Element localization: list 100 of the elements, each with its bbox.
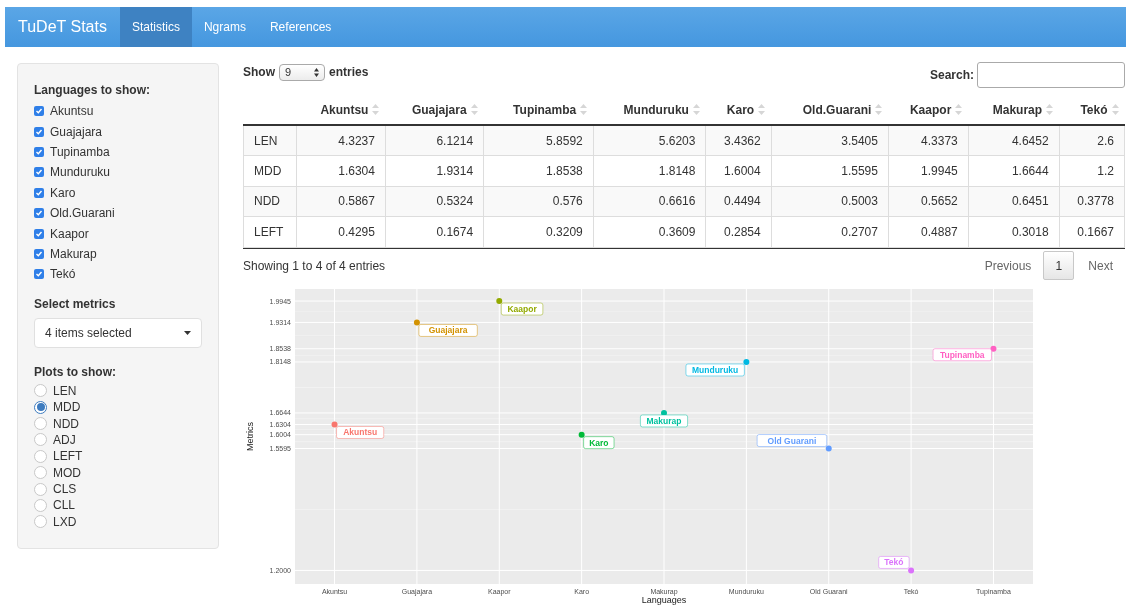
section-title: Plots to show: — [34, 363, 117, 381]
search-field[interactable] — [977, 62, 1125, 88]
data-label: Tupinamba — [932, 347, 992, 361]
radio-button[interactable] — [34, 449, 47, 463]
metrics-dropdown[interactable]: 4 items selected — [34, 317, 202, 348]
data-label: Munduruku — [685, 363, 745, 376]
search-label: Search: — [929, 67, 974, 84]
table-cell: LEFT — [243, 216, 297, 247]
radio-button[interactable] — [34, 515, 47, 529]
checkbox-label: Munduruku — [50, 164, 111, 182]
table-cell: 0.6616 — [593, 186, 706, 217]
checkbox[interactable] — [34, 146, 44, 157]
table-cell: NDD — [243, 186, 297, 217]
table-cell: 0.4887 — [888, 216, 969, 247]
series-label: Karo — [589, 437, 609, 448]
section-title: Select metrics — [34, 295, 117, 313]
table-cell: 1.9945 — [888, 155, 969, 186]
page-size-select[interactable]: 9 — [279, 63, 325, 81]
table-cell: 0.576 — [483, 186, 594, 217]
table-cell: 1.6644 — [968, 155, 1060, 186]
table-cell: 0.1667 — [1059, 216, 1125, 247]
checkbox[interactable] — [34, 208, 44, 219]
table-cell: 1.8538 — [483, 155, 594, 186]
table-cell: 0.2707 — [771, 216, 889, 247]
series-label: Tupinamba — [939, 349, 985, 360]
table-cell: 3.4362 — [705, 125, 772, 156]
radio-label: MDD — [53, 399, 81, 417]
sort-icon — [580, 104, 588, 115]
column-header[interactable]: Munduruku — [593, 95, 706, 125]
checkbox[interactable] — [34, 269, 44, 280]
data-label: Akuntsu — [336, 425, 385, 439]
table-cell: 0.2854 — [705, 216, 772, 247]
column-header[interactable]: Guajajara — [385, 95, 484, 125]
caret-icon — [184, 330, 191, 335]
table-cell: 1.6004 — [705, 155, 772, 186]
nav-tab[interactable]: Statistics — [119, 7, 192, 47]
column-header[interactable]: Karo — [705, 95, 772, 125]
checkbox-label: Tupinamba — [50, 143, 110, 161]
page-button[interactable]: 1 — [1043, 251, 1075, 280]
checkbox[interactable] — [34, 167, 44, 178]
radio-button[interactable] — [34, 482, 47, 496]
column-header[interactable]: Kaapor — [888, 95, 969, 125]
radio-button[interactable] — [34, 400, 47, 414]
radio-label: CLL — [53, 497, 75, 515]
radio-label: CLS — [53, 481, 77, 499]
checkbox[interactable] — [34, 106, 44, 117]
radio-button[interactable] — [34, 384, 47, 398]
table-cell: 0.1674 — [385, 216, 484, 247]
checkbox[interactable] — [34, 187, 44, 198]
radio-button[interactable] — [34, 433, 47, 447]
checkbox[interactable] — [34, 228, 44, 239]
next-button[interactable]: Next — [1074, 256, 1125, 275]
table-cell: 0.6451 — [968, 186, 1060, 217]
radio-label: LEFT — [53, 448, 83, 466]
table-cell: LEN — [243, 125, 297, 156]
table-cell: 1.5595 — [771, 155, 889, 186]
series-label: Tekó — [884, 556, 904, 567]
column-header[interactable]: Akuntsu — [296, 95, 386, 125]
table-cell: 4.3237 — [296, 125, 386, 156]
data-label: Makurap — [640, 414, 688, 427]
previous-button[interactable]: Previous — [972, 256, 1044, 275]
checkbox-label: Kaapor — [50, 225, 89, 243]
radio-button[interactable] — [34, 417, 47, 430]
checkbox[interactable] — [34, 248, 44, 259]
table-cell: 4.6452 — [968, 125, 1060, 156]
column-header[interactable]: Makurap — [968, 95, 1060, 125]
column-header[interactable]: Tupinamba — [483, 95, 594, 125]
entries-label: entries — [329, 64, 369, 81]
sort-icon — [372, 104, 380, 115]
series-label: Kaapor — [507, 303, 538, 314]
series-label: Munduruku — [692, 364, 739, 375]
radio-label: LEN — [53, 382, 77, 400]
checkbox-label: Karo — [50, 184, 76, 202]
table-cell: 0.3778 — [1059, 186, 1125, 217]
data-label: Old Guarani — [756, 433, 828, 447]
series-label: Old Guarani — [767, 435, 817, 446]
checkbox-label: Old.Guarani — [50, 205, 115, 223]
column-header[interactable]: Old.Guarani — [771, 95, 889, 125]
column-header[interactable]: Tekó — [1059, 95, 1125, 125]
table-cell: 4.3373 — [888, 125, 969, 156]
table-cell: 6.1214 — [385, 125, 484, 156]
data-label: Kaapor — [500, 302, 544, 315]
stepper-icon — [314, 67, 319, 77]
section-title: Languages to show: — [34, 82, 151, 99]
sort-icon — [955, 104, 963, 115]
radio-label: ADJ — [53, 431, 76, 449]
radio-label: NDD — [53, 415, 79, 433]
checkbox[interactable] — [34, 126, 44, 137]
checkbox-label: Tekó — [50, 266, 76, 284]
table-info: Showing 1 to 4 of 4 entries — [243, 257, 386, 275]
table-cell: 3.5405 — [771, 125, 889, 156]
sort-icon — [758, 104, 766, 115]
radio-button[interactable] — [34, 466, 47, 480]
table-cell: 0.3609 — [593, 216, 706, 247]
data-label: Karo — [583, 435, 615, 449]
table-cell: 1.6304 — [296, 155, 386, 186]
radio-button[interactable] — [34, 498, 47, 512]
table-cell: 2.6 — [1059, 125, 1125, 156]
table-cell: 0.4295 — [296, 216, 386, 247]
table-cell: MDD — [243, 155, 297, 186]
